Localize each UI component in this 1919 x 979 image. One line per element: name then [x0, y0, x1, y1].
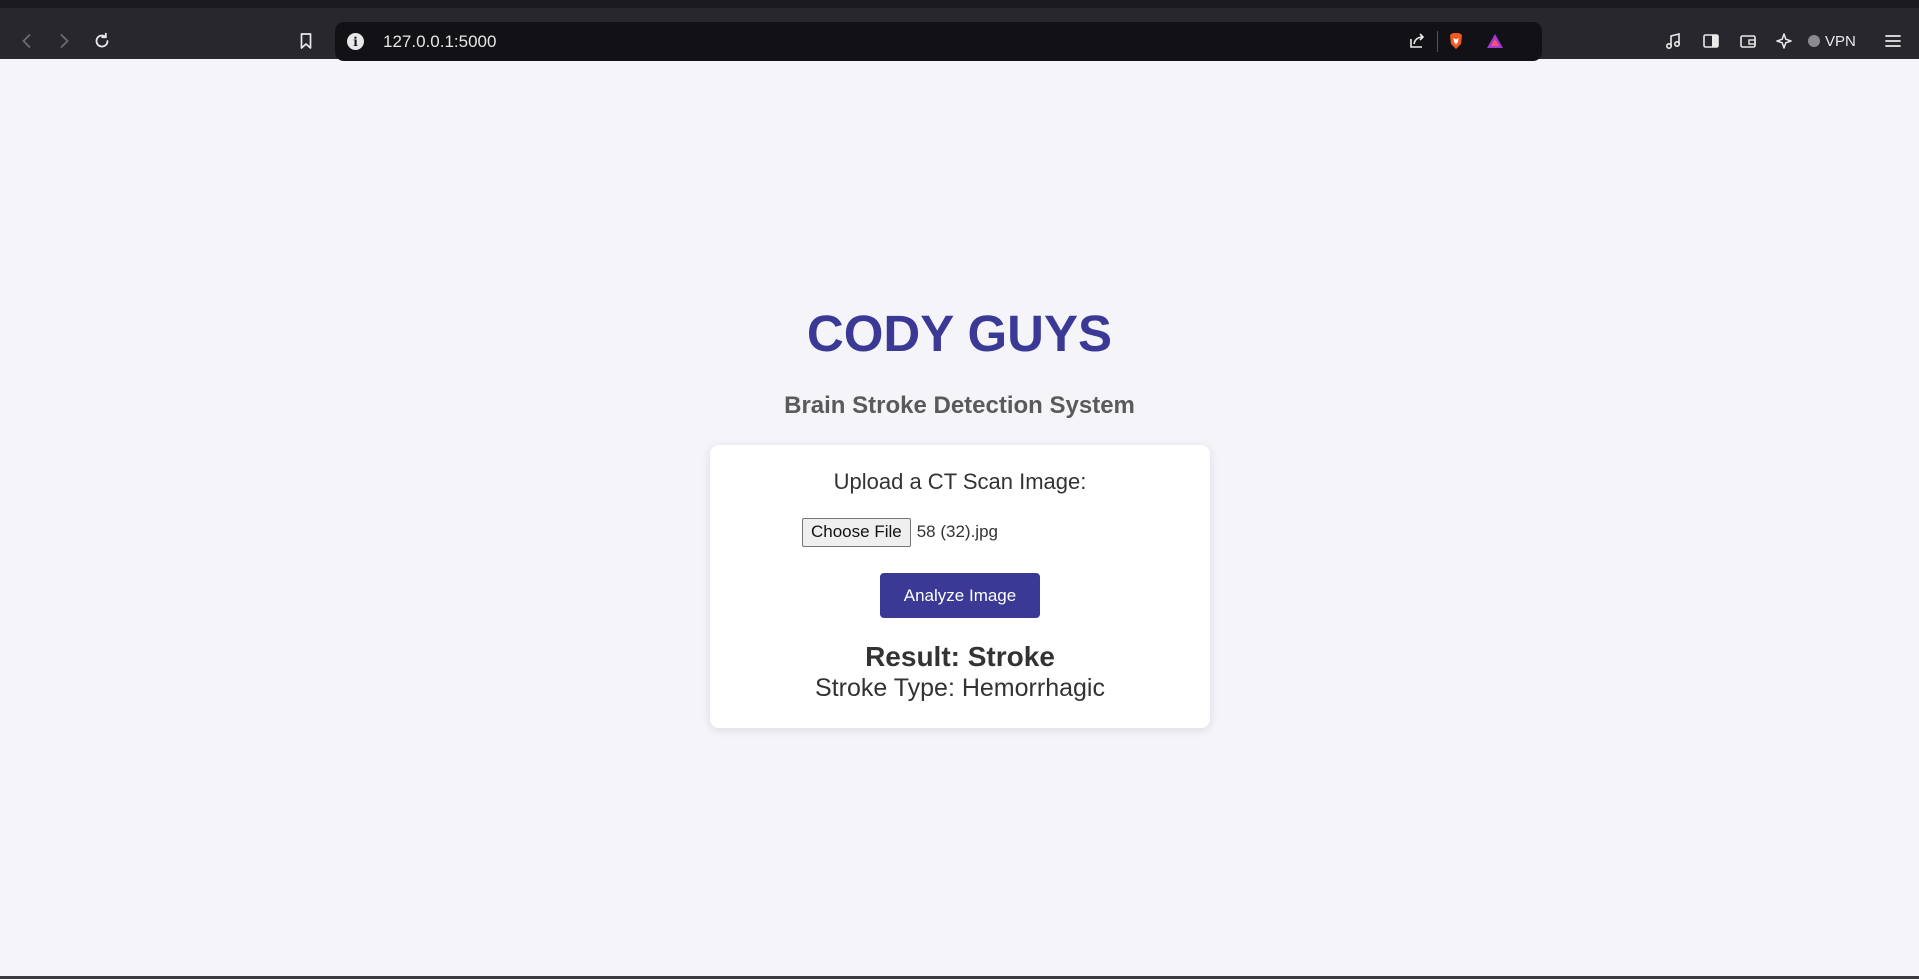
brave-shields-icon[interactable] — [1442, 27, 1470, 55]
site-info-icon[interactable]: i — [347, 33, 364, 50]
menu-icon[interactable] — [1879, 27, 1907, 55]
file-input[interactable]: Choose File 58 (32).jpg — [802, 517, 998, 547]
vpn-label: VPN — [1825, 32, 1856, 50]
page-subtitle: Brain Stroke Detection System — [784, 392, 1135, 419]
choose-file-button[interactable]: Choose File — [802, 517, 911, 547]
wallet-icon[interactable] — [1734, 27, 1762, 55]
back-icon[interactable] — [13, 27, 41, 55]
analyze-image-button[interactable]: Analyze Image — [880, 573, 1040, 618]
selected-file-name: 58 (32).jpg — [916, 522, 998, 541]
vpn-button[interactable]: VPN — [1808, 27, 1856, 55]
reload-icon[interactable] — [88, 27, 116, 55]
url-text[interactable]: 127.0.0.1:5000 — [383, 32, 496, 52]
leo-ai-icon[interactable] — [1771, 27, 1799, 55]
vpn-status-icon — [1808, 35, 1820, 47]
stroke-type-text: Stroke Type: Hemorrhagic — [815, 674, 1105, 702]
address-bar[interactable]: i 127.0.0.1:5000 — [335, 22, 1542, 61]
media-icon[interactable] — [1659, 27, 1687, 55]
sidebar-icon[interactable] — [1697, 27, 1725, 55]
upload-card: Upload a CT Scan Image: Choose File 58 (… — [710, 445, 1210, 728]
browser-toolbar: i 127.0.0.1:5000 VPN — [0, 8, 1919, 61]
upload-label: Upload a CT Scan Image: — [833, 469, 1087, 494]
bookmark-icon[interactable] — [292, 27, 320, 55]
page-title: CODY GUYS — [806, 305, 1113, 362]
toolbar-divider — [1437, 31, 1438, 52]
forward-icon[interactable] — [50, 27, 78, 55]
browser-top-strip — [0, 0, 1919, 8]
share-icon[interactable] — [1403, 27, 1431, 55]
brave-rewards-icon[interactable] — [1481, 27, 1509, 55]
result-heading: Result: Stroke — [865, 641, 1055, 672]
